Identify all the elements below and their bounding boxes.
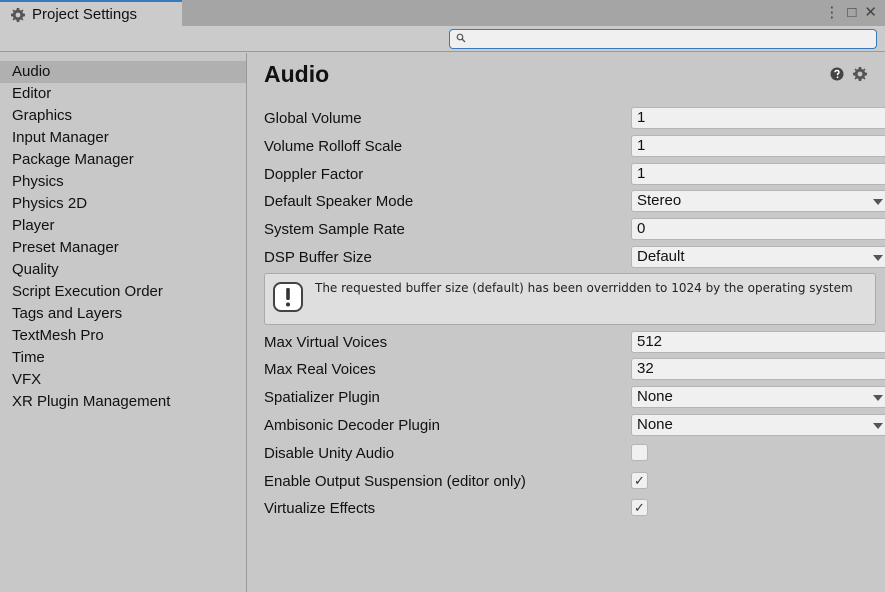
enable-output-suspension-label: Enable Output Suspension (editor only) — [264, 472, 526, 490]
row-dsp-buffer-size: DSP Buffer Size Default — [264, 244, 885, 270]
sidebar-item-xr-plugin-management[interactable]: XR Plugin Management — [0, 391, 246, 413]
sidebar-item-preset-manager[interactable]: Preset Manager — [0, 237, 246, 259]
sidebar-item-physics-2d[interactable]: Physics 2D — [0, 193, 246, 215]
maximize-icon[interactable]: □ — [847, 4, 856, 21]
global-volume-label: Global Volume — [264, 109, 362, 127]
disable-unity-audio-label: Disable Unity Audio — [264, 444, 395, 462]
sidebar-item-input-manager[interactable]: Input Manager — [0, 127, 246, 149]
toolbar — [0, 26, 885, 52]
system-sample-rate-field[interactable]: 0 — [631, 218, 885, 240]
search-icon — [456, 33, 466, 43]
warning-message: The requested buffer size (default) has … — [315, 281, 853, 295]
sidebar-item-graphics[interactable]: Graphics — [0, 105, 246, 127]
sidebar: Audio Editor Graphics Input Manager Package … — [0, 53, 247, 592]
page-title: Audio — [264, 61, 330, 87]
warning-helpbox: The requested buffer size (default) has … — [264, 273, 876, 325]
row-ambisonic-decoder-plugin: Ambisonic Decoder Plugin None — [264, 412, 885, 438]
help-icon[interactable] — [830, 67, 844, 81]
virtualize-effects-label: Virtualize Effects — [264, 499, 376, 517]
doppler-factor-field[interactable]: 1 — [631, 163, 885, 185]
row-max-virtual-voices: Max Virtual Voices 512 — [264, 329, 885, 355]
sidebar-item-textmesh-pro[interactable]: TextMesh Pro — [0, 325, 246, 347]
row-spatializer-plugin: Spatializer Plugin None — [264, 384, 885, 410]
tab-title: Project Settings — [32, 6, 138, 23]
main-panel: Audio Global Volume 1 Volume Rolloff Sca… — [248, 53, 885, 592]
virtualize-effects-checkbox[interactable]: ✓ — [631, 499, 648, 516]
search-input[interactable] — [449, 29, 877, 49]
sidebar-item-vfx[interactable]: VFX — [0, 369, 246, 391]
row-default-speaker-mode: Default Speaker Mode Stereo — [264, 188, 885, 214]
volume-rolloff-scale-field[interactable]: 1 — [631, 135, 885, 157]
default-speaker-mode-value: Stereo — [637, 192, 682, 209]
gear-icon — [11, 7, 25, 22]
sidebar-item-package-manager[interactable]: Package Manager — [0, 149, 246, 171]
dropdown-arrow-icon — [873, 423, 883, 429]
dropdown-arrow-icon — [873, 395, 883, 401]
default-speaker-mode-dropdown[interactable]: Stereo — [631, 190, 885, 212]
ambisonic-decoder-plugin-dropdown[interactable]: None — [631, 414, 885, 436]
spatializer-plugin-value: None — [637, 388, 673, 405]
global-volume-field[interactable]: 1 — [631, 107, 885, 129]
row-max-real-voices: Max Real Voices 32 — [264, 356, 885, 382]
sidebar-item-time[interactable]: Time — [0, 347, 246, 369]
doppler-factor-label: Doppler Factor — [264, 165, 364, 183]
enable-output-suspension-checkbox[interactable]: ✓ — [631, 472, 648, 489]
max-virtual-voices-label: Max Virtual Voices — [264, 333, 388, 351]
sidebar-item-quality[interactable]: Quality — [0, 259, 246, 281]
dropdown-arrow-icon — [873, 255, 883, 261]
sidebar-list: Audio Editor Graphics Input Manager Package … — [0, 53, 246, 413]
dropdown-arrow-icon — [873, 199, 883, 205]
volume-rolloff-scale-label: Volume Rolloff Scale — [264, 137, 403, 155]
dsp-buffer-size-dropdown[interactable]: Default — [631, 246, 885, 268]
row-disable-unity-audio: Disable Unity Audio — [264, 440, 876, 466]
sidebar-item-script-execution-order[interactable]: Script Execution Order — [0, 281, 246, 303]
row-global-volume: Global Volume 1 — [264, 105, 885, 131]
max-real-voices-label: Max Real Voices — [264, 360, 376, 378]
row-doppler-factor: Doppler Factor 1 — [264, 161, 885, 187]
ambisonic-decoder-plugin-value: None — [637, 416, 673, 433]
window-controls: ⋮ □ ✕ — [824, 3, 877, 22]
sidebar-item-tags-and-layers[interactable]: Tags and Layers — [0, 303, 246, 325]
settings-icon[interactable] — [852, 66, 868, 82]
system-sample-rate-label: System Sample Rate — [264, 220, 405, 238]
sidebar-item-player[interactable]: Player — [0, 215, 246, 237]
default-speaker-mode-label: Default Speaker Mode — [264, 192, 414, 210]
menu-icon[interactable]: ⋮ — [824, 3, 839, 21]
max-virtual-voices-field[interactable]: 512 — [631, 331, 885, 353]
spatializer-plugin-label: Spatializer Plugin — [264, 388, 380, 406]
dsp-buffer-size-value: Default — [637, 248, 685, 265]
tab-project-settings[interactable]: Project Settings — [0, 0, 182, 27]
ambisonic-decoder-plugin-label: Ambisonic Decoder Plugin — [264, 416, 440, 434]
spatializer-plugin-dropdown[interactable]: None — [631, 386, 885, 408]
row-volume-rolloff-scale: Volume Rolloff Scale 1 — [264, 133, 885, 159]
row-system-sample-rate: System Sample Rate 0 — [264, 216, 885, 242]
row-enable-output-suspension: Enable Output Suspension (editor only) ✓ — [264, 468, 876, 494]
dsp-buffer-size-label: DSP Buffer Size — [264, 248, 372, 266]
disable-unity-audio-checkbox[interactable] — [631, 444, 648, 461]
row-virtualize-effects: Virtualize Effects ✓ — [264, 495, 876, 521]
warning-icon — [273, 282, 303, 312]
sidebar-item-audio[interactable]: Audio — [0, 61, 246, 83]
sidebar-item-physics[interactable]: Physics — [0, 171, 246, 193]
max-real-voices-field[interactable]: 32 — [631, 358, 885, 380]
title-bar: Project Settings ⋮ □ ✕ — [0, 0, 885, 27]
sidebar-item-editor[interactable]: Editor — [0, 83, 246, 105]
close-icon[interactable]: ✕ — [864, 3, 877, 21]
